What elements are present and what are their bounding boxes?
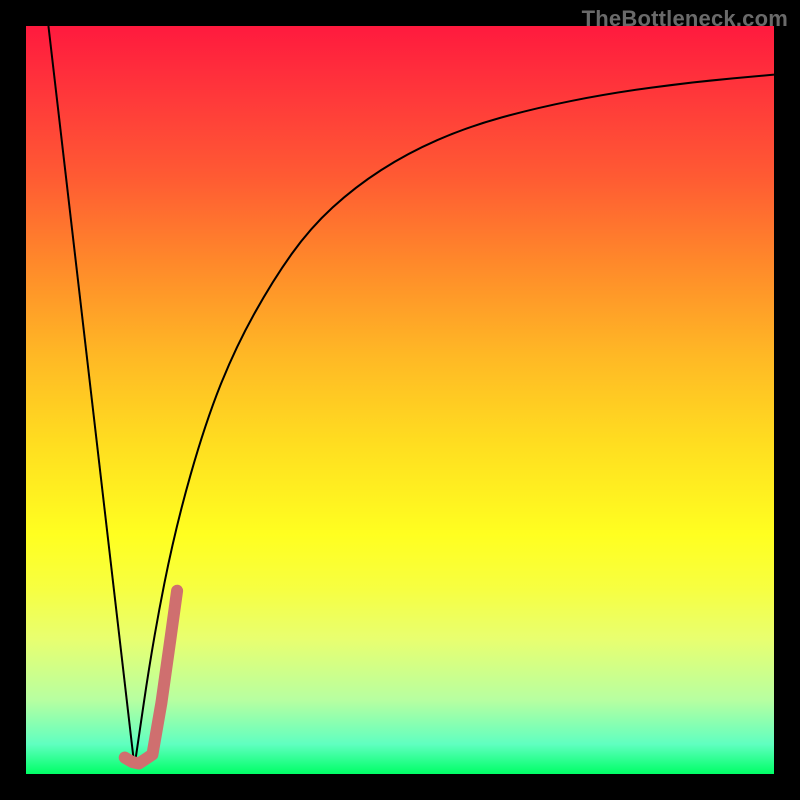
curve-layer (48, 26, 774, 767)
chart-frame: TheBottleneck.com (0, 0, 800, 800)
curves-svg (26, 26, 774, 774)
series-saturating-curve (134, 75, 774, 767)
series-pink-j-segment (125, 591, 177, 764)
plot-area (26, 26, 774, 774)
series-descending-line (48, 26, 134, 767)
